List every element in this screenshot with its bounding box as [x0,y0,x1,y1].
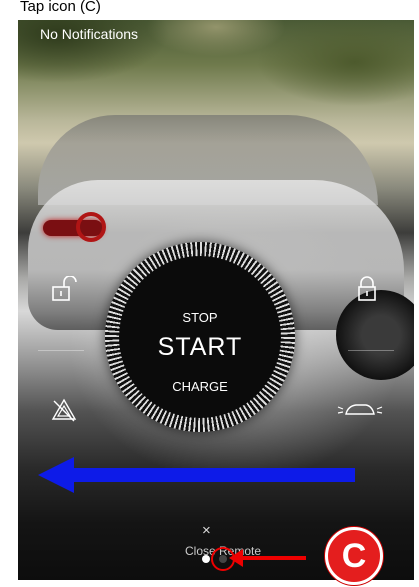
annotation-arrow-head [38,457,74,493]
lock-icon[interactable] [355,276,381,307]
unlock-icon[interactable] [51,275,77,307]
charge-button[interactable]: CHARGE [119,379,281,394]
divider-left [38,350,84,351]
annotation-callout-badge: C [325,527,383,585]
caption: Tap icon (C) [20,0,101,15]
pager-dot-active[interactable] [202,555,210,563]
divider-right [348,350,394,351]
car-lights-icon[interactable] [336,400,384,425]
hazard-icon[interactable] [51,398,77,427]
remote-screen: No Notifications STOP START CHARGE × Clo… [18,20,414,580]
annotation-callout-line [236,556,306,560]
car-taillight-ring [76,212,106,242]
stop-button[interactable]: STOP [119,310,281,325]
annotation-callout-arrowhead [229,549,243,567]
annotation-arrow-shaft [70,468,355,482]
notifications-label[interactable]: No Notifications [40,26,138,42]
start-button[interactable]: START [119,333,281,362]
close-icon[interactable]: × [202,522,211,539]
